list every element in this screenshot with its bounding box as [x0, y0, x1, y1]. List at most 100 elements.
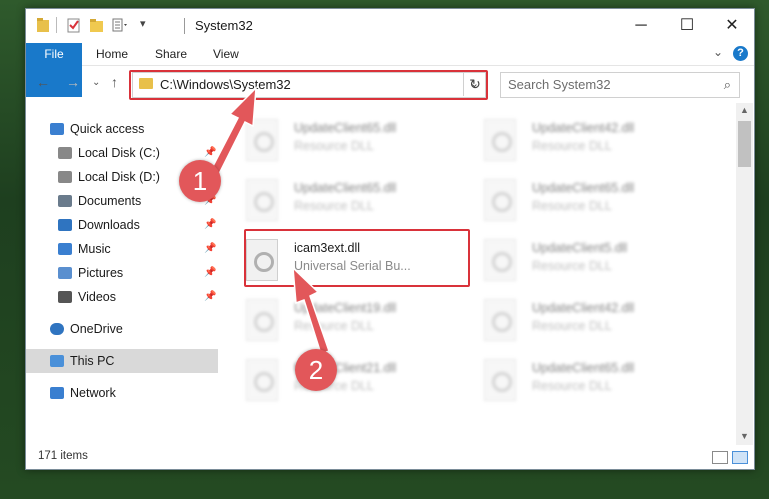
file-item[interactable]: UpdateClient19.dll Resource DLL: [236, 295, 466, 349]
dll-file-icon: [484, 119, 516, 161]
documents-icon: [58, 195, 72, 207]
vertical-scrollbar[interactable]: ▲ ▼: [736, 103, 753, 445]
file-name: UpdateClient65.dll: [294, 121, 397, 135]
sidebar-item[interactable]: Network: [26, 381, 218, 405]
dll-file-icon: [484, 299, 516, 341]
file-name: UpdateClient65.dll: [532, 181, 635, 195]
maximize-button[interactable]: ☐: [664, 9, 710, 43]
expand-ribbon-icon[interactable]: ⌄: [713, 45, 723, 59]
sidebar-item-label: Network: [70, 386, 116, 400]
file-item[interactable]: UpdateClient65.dll Resource DLL: [236, 175, 466, 229]
tab-view[interactable]: View: [213, 43, 239, 65]
file-name: UpdateClient5.dll: [532, 241, 628, 255]
address-bar-highlight: [129, 70, 488, 100]
sidebar-item[interactable]: Videos 📌: [26, 285, 218, 309]
explorer-window: ▾ System32 ─ ☐ ✕ File Home Share View ⌄ …: [25, 8, 755, 470]
large-icons-view-icon[interactable]: [732, 451, 748, 464]
file-type: Resource DLL: [532, 199, 612, 213]
pin-icon[interactable]: 📌: [204, 285, 216, 309]
file-name: UpdateClient42.dll: [532, 121, 635, 135]
scrollbar-thumb[interactable]: [738, 121, 751, 167]
dll-file-icon: [484, 239, 516, 281]
sidebar-item[interactable]: OneDrive: [26, 317, 218, 341]
file-list: UpdateClient65.dll Resource DLL UpdateClie…: [236, 105, 734, 445]
callout-badge-two: 2: [295, 349, 337, 391]
star-icon: [50, 123, 64, 135]
folder-icon: [37, 18, 49, 32]
details-view-icon[interactable]: [712, 451, 728, 464]
sidebar-item[interactable]: Pictures 📌: [26, 261, 218, 285]
pin-icon[interactable]: 📌: [204, 261, 216, 285]
sidebar-item[interactable]: Quick access: [26, 117, 218, 141]
sidebar-item-label: Documents: [78, 194, 142, 208]
file-item[interactable]: UpdateClient65.dll Resource DLL: [474, 175, 704, 229]
customize-toolbar-icon[interactable]: [112, 17, 130, 33]
search-icon[interactable]: ⌕: [724, 77, 731, 93]
sidebar-item-label: Pictures: [78, 266, 124, 280]
file-item[interactable]: UpdateClient5.dll Resource DLL: [474, 235, 704, 289]
sidebar-item-label: Quick access: [70, 122, 145, 136]
search-box[interactable]: Search System32 ⌕: [500, 72, 740, 98]
title-divider: [184, 18, 185, 34]
file-name: UpdateClient65.dll: [532, 361, 635, 375]
drive-icon: [58, 171, 72, 183]
cloud-icon: [50, 323, 64, 335]
sidebar-item-label: Videos: [78, 290, 116, 304]
search-input[interactable]: Search System32: [508, 77, 611, 92]
tab-share[interactable]: Share: [155, 43, 187, 65]
file-type: Resource DLL: [532, 319, 612, 333]
tab-home[interactable]: Home: [96, 43, 128, 65]
dll-file-icon: [246, 299, 278, 341]
network-icon: [50, 387, 64, 399]
back-arrow-icon[interactable]: ←: [36, 74, 50, 90]
scroll-up-icon[interactable]: ▲: [736, 105, 753, 115]
minimize-button[interactable]: ─: [618, 9, 664, 43]
dll-file-icon: [246, 119, 278, 161]
file-item[interactable]: UpdateClient21.dll Resource DLL: [236, 355, 466, 409]
file-type: Resource DLL: [294, 139, 374, 153]
pictures-icon: [58, 267, 72, 279]
toolbar-dropdown-icon[interactable]: ▾: [140, 17, 146, 30]
ribbon-tabs: File Home Share View ⌄ ?: [26, 43, 754, 97]
quick-access-divider: [56, 17, 57, 33]
sidebar-item-label: Local Disk (C:): [78, 146, 160, 160]
pin-icon[interactable]: 📌: [204, 213, 216, 237]
sidebar-item[interactable]: Downloads 📌: [26, 213, 218, 237]
sidebar-item[interactable]: Local Disk (C:) 📌: [26, 141, 218, 165]
dll-file-icon: [484, 359, 516, 401]
callout-badge-one: 1: [179, 160, 221, 202]
recent-locations-icon[interactable]: ⌄: [92, 77, 100, 88]
scroll-down-icon[interactable]: ▼: [736, 431, 753, 441]
file-type: Resource DLL: [294, 319, 374, 333]
dll-file-icon: [246, 179, 278, 221]
new-folder-icon[interactable]: [89, 17, 105, 33]
properties-icon[interactable]: [66, 17, 82, 33]
forward-arrow-icon[interactable]: →: [66, 74, 80, 90]
sidebar-item[interactable]: This PC: [26, 349, 218, 373]
download-icon: [58, 219, 72, 231]
file-item[interactable]: UpdateClient42.dll Resource DLL: [474, 295, 704, 349]
file-type: Resource DLL: [532, 379, 612, 393]
close-button[interactable]: ✕: [709, 9, 755, 43]
navigation-bar: ← → ⌄ ↑ C:\Windows\System32 ⌄ ↻ Search S…: [26, 66, 754, 100]
item-count: 171 items: [38, 450, 88, 462]
pin-icon[interactable]: 📌: [204, 237, 216, 261]
file-type: Resource DLL: [294, 199, 374, 213]
sidebar-item-label: OneDrive: [70, 322, 123, 336]
file-highlight: [244, 229, 470, 287]
drive-icon: [58, 147, 72, 159]
sidebar-item[interactable]: Music 📌: [26, 237, 218, 261]
file-item[interactable]: UpdateClient42.dll Resource DLL: [474, 115, 704, 169]
videos-icon: [58, 291, 72, 303]
file-name: UpdateClient19.dll: [294, 301, 397, 315]
navigation-pane: Quick access Local Disk (C:) 📌 Local Disk (…: [26, 105, 220, 445]
sidebar-item-label: Local Disk (D:): [78, 170, 160, 184]
file-item[interactable]: UpdateClient65.dll Resource DLL: [236, 115, 466, 169]
sidebar-item-label: This PC: [70, 354, 115, 368]
up-arrow-icon[interactable]: ↑: [111, 74, 118, 90]
window-title: System32: [195, 18, 253, 33]
file-type: Resource DLL: [532, 139, 612, 153]
file-item[interactable]: UpdateClient65.dll Resource DLL: [474, 355, 704, 409]
file-name: UpdateClient42.dll: [532, 301, 635, 315]
help-icon[interactable]: ?: [733, 46, 748, 61]
